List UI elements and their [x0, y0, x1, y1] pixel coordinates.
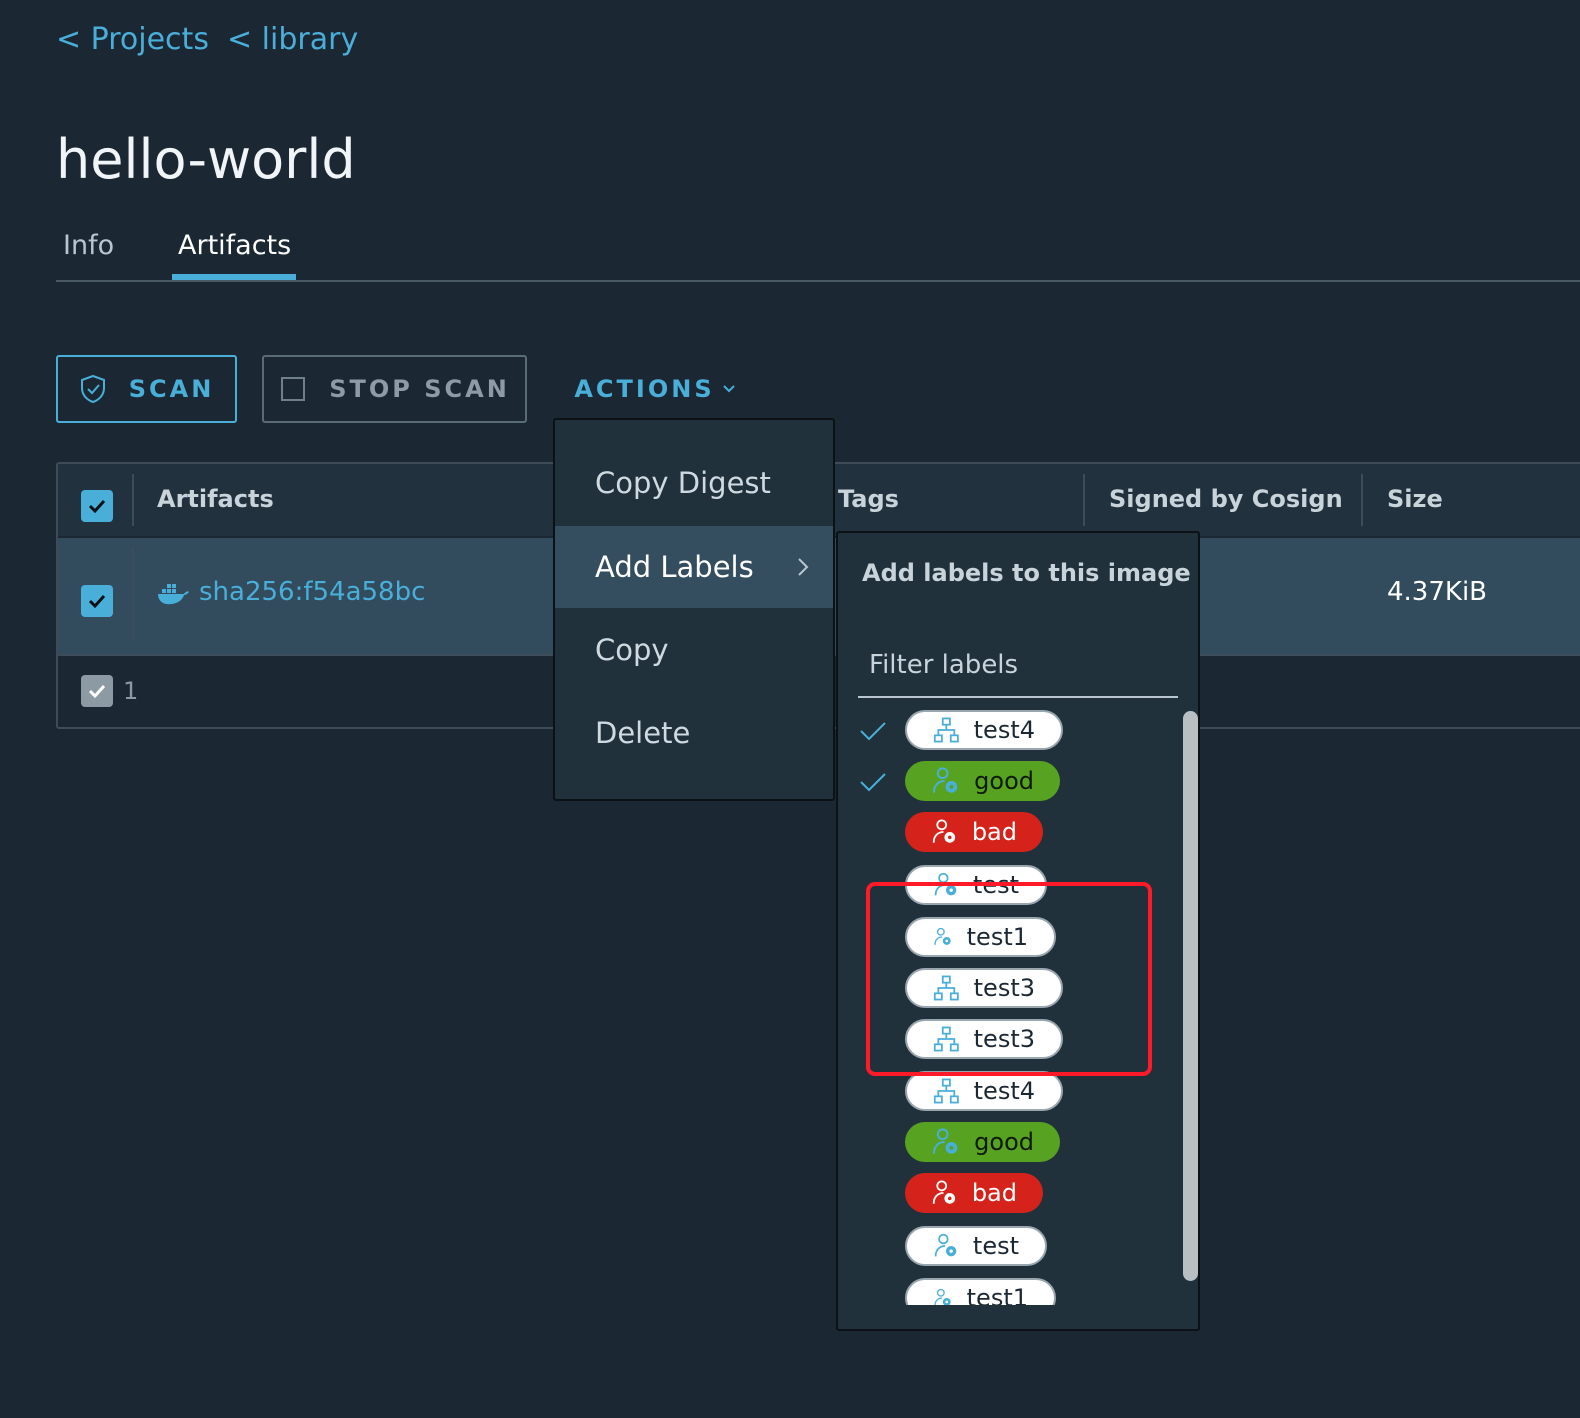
- user-gear-icon: [934, 1233, 957, 1257]
- label-name: test: [972, 1232, 1019, 1260]
- row-checkbox[interactable]: [81, 585, 113, 617]
- submenu-title: Add labels to this image: [862, 559, 1191, 587]
- column-header-signed-by-cosign[interactable]: Signed by Cosign: [1109, 485, 1343, 513]
- stop-square-icon: [281, 377, 306, 401]
- selected-count-checkbox: [81, 675, 113, 707]
- sitemap-icon: [933, 1078, 959, 1104]
- user-gear-icon: [932, 819, 956, 843]
- tab-artifacts[interactable]: Artifacts: [178, 230, 291, 261]
- filter-labels-placeholder: Filter labels: [869, 650, 1019, 680]
- artifact-digest-link[interactable]: sha256:f54a58bc: [199, 577, 425, 607]
- breadcrumb-library[interactable]: < library: [227, 22, 358, 57]
- label-chip-test[interactable]: test: [905, 1226, 1047, 1266]
- label-chip-test4[interactable]: test4: [905, 1071, 1063, 1111]
- docker-icon: [158, 584, 189, 605]
- label-name: test1: [966, 1284, 1028, 1305]
- label-chip-good[interactable]: good: [905, 1122, 1060, 1162]
- user-gear-icon: [932, 1128, 958, 1154]
- label-chip-test4[interactable]: test4: [905, 710, 1063, 750]
- label-chip-good[interactable]: good: [905, 761, 1060, 801]
- scan-button[interactable]: SCAN: [56, 355, 237, 423]
- menu-item-label: Add Labels: [595, 550, 754, 584]
- checkmark-icon: [88, 684, 106, 699]
- label-name: bad: [971, 818, 1017, 846]
- user-gear-icon: [934, 1288, 951, 1305]
- chevron-down-icon: [722, 385, 735, 393]
- stop-scan-button-label: STOP SCAN: [329, 375, 510, 403]
- select-all-checkbox[interactable]: [81, 490, 113, 522]
- menu-item-delete[interactable]: Delete: [555, 692, 833, 774]
- column-header-size[interactable]: Size: [1387, 485, 1443, 513]
- label-name: test4: [973, 716, 1035, 744]
- label-name: test4: [973, 1077, 1035, 1105]
- label-chip-bad[interactable]: bad: [905, 1173, 1043, 1213]
- actions-dropdown-button[interactable]: ACTIONS: [568, 355, 743, 423]
- column-header-artifacts[interactable]: Artifacts: [157, 485, 274, 513]
- column-separator: [132, 474, 134, 526]
- menu-item-label: Delete: [595, 716, 691, 750]
- breadcrumb-projects[interactable]: < Projects: [56, 22, 209, 57]
- sitemap-icon: [933, 717, 959, 743]
- checkmark-icon: [88, 499, 106, 514]
- column-separator: [1361, 474, 1363, 526]
- label-chip-bad[interactable]: bad: [905, 812, 1043, 852]
- column-header-tags[interactable]: Tags: [838, 485, 899, 513]
- shield-icon: [80, 374, 105, 404]
- user-gear-icon: [932, 767, 958, 793]
- artifact-size: 4.37KiB: [1387, 577, 1488, 607]
- actions-button-label: ACTIONS: [574, 375, 715, 403]
- label-name: good: [974, 1128, 1034, 1156]
- user-gear-icon: [932, 1180, 956, 1204]
- checkmark-icon: [88, 594, 106, 609]
- menu-item-copy[interactable]: Copy: [555, 609, 833, 691]
- label-name: bad: [971, 1179, 1017, 1207]
- selected-count: 1: [123, 677, 139, 705]
- menu-item-add-labels[interactable]: Add Labels: [555, 526, 833, 608]
- page-title: hello-world: [56, 128, 356, 191]
- menu-item-copy-digest[interactable]: Copy Digest: [555, 442, 833, 524]
- column-separator: [132, 548, 134, 640]
- menu-item-label: Copy Digest: [595, 466, 771, 500]
- highlight-annotation-box: [866, 882, 1152, 1076]
- label-chip-test1[interactable]: test1: [905, 1278, 1056, 1305]
- labels-scrollbar[interactable]: [1183, 711, 1198, 1281]
- chevron-right-icon: [798, 558, 809, 576]
- active-tab-indicator: [172, 274, 296, 280]
- scan-button-label: SCAN: [128, 375, 215, 403]
- checkmark-icon: [860, 773, 886, 792]
- checkmark-icon: [860, 722, 886, 741]
- filter-labels-input[interactable]: Filter labels: [858, 650, 1178, 698]
- column-separator: [1083, 474, 1085, 526]
- stop-scan-button[interactable]: STOP SCAN: [262, 355, 527, 423]
- label-name: good: [974, 767, 1034, 795]
- menu-item-label: Copy: [595, 633, 669, 667]
- tab-divider: [56, 280, 1580, 282]
- tab-info[interactable]: Info: [63, 230, 114, 261]
